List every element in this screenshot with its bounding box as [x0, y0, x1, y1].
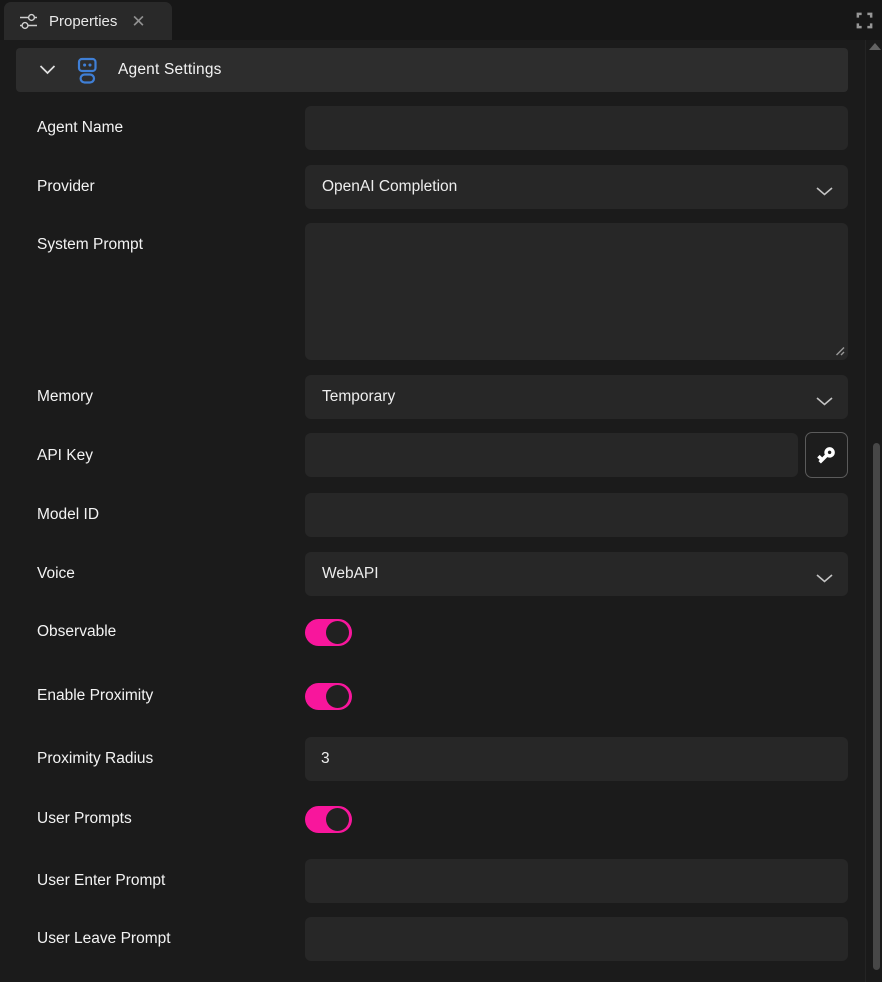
memory-select-value: Temporary [322, 388, 395, 406]
observable-toggle[interactable] [305, 619, 352, 646]
robot-icon [75, 57, 99, 84]
system-prompt-textarea[interactable] [305, 223, 848, 360]
chevron-down-icon [816, 570, 833, 588]
api-key-input[interactable] [305, 433, 798, 477]
field-row-user-prompts: User Prompts [16, 797, 848, 841]
provider-select-value: OpenAI Completion [322, 178, 457, 196]
field-label: Enable Proximity [16, 674, 305, 718]
field-label: Provider [16, 165, 305, 209]
chevron-down-icon [816, 183, 833, 201]
api-key-reveal-button[interactable] [805, 432, 848, 478]
section-title: Agent Settings [118, 61, 222, 79]
field-row-memory: Memory Temporary [16, 375, 848, 419]
toggle-knob [326, 621, 349, 644]
field-row-voice: Voice WebAPI [16, 552, 848, 596]
scrollbar-thumb[interactable] [873, 443, 880, 970]
tab-properties[interactable]: Properties ✕ [4, 2, 172, 40]
tab-bar: Properties ✕ [0, 0, 882, 40]
field-label: Voice [16, 552, 305, 596]
field-label: Memory [16, 375, 305, 419]
sliders-icon [18, 11, 39, 32]
agent-settings-form: Agent Settings Agent Name Provider OpenA… [16, 48, 848, 961]
field-label: System Prompt [16, 223, 305, 360]
proximity-radius-input[interactable] [305, 737, 848, 781]
chevron-down-icon [39, 65, 56, 75]
field-label: Observable [16, 610, 305, 654]
field-row-user-leave-prompt: User Leave Prompt [16, 917, 848, 961]
field-label: User Enter Prompt [16, 859, 305, 903]
field-row-api-key: API Key [16, 433, 848, 478]
properties-panel: Agent Settings Agent Name Provider OpenA… [0, 40, 882, 982]
field-label: Proximity Radius [16, 737, 305, 781]
agent-name-input[interactable] [305, 106, 848, 150]
field-row-agent-name: Agent Name [16, 106, 848, 150]
model-id-input[interactable] [305, 493, 848, 537]
scrollbar[interactable] [865, 40, 882, 982]
voice-select-value: WebAPI [322, 565, 379, 583]
field-label: Model ID [16, 493, 305, 537]
field-label: API Key [16, 433, 305, 478]
field-label: Agent Name [16, 106, 305, 150]
field-row-system-prompt: System Prompt [16, 223, 848, 360]
user-enter-prompt-input[interactable] [305, 859, 848, 903]
field-row-observable: Observable [16, 610, 848, 654]
expand-corners-icon [855, 11, 874, 30]
scroll-up-button[interactable] [866, 40, 882, 54]
field-row-provider: Provider OpenAI Completion [16, 165, 848, 209]
section-header-agent-settings[interactable]: Agent Settings [16, 48, 848, 92]
provider-select[interactable]: OpenAI Completion [305, 165, 848, 209]
tab-title: Properties [49, 13, 117, 30]
enable-proximity-toggle[interactable] [305, 683, 352, 710]
chevron-down-icon [816, 393, 833, 411]
field-row-model-id: Model ID [16, 493, 848, 537]
memory-select[interactable]: Temporary [305, 375, 848, 419]
toggle-knob [326, 808, 349, 831]
field-label: User Prompts [16, 797, 305, 841]
field-row-user-enter-prompt: User Enter Prompt [16, 859, 848, 903]
expand-button[interactable] [853, 9, 875, 31]
field-row-enable-proximity: Enable Proximity [16, 674, 848, 718]
field-row-proximity-radius: Proximity Radius [16, 737, 848, 781]
voice-select[interactable]: WebAPI [305, 552, 848, 596]
key-icon [816, 445, 837, 466]
user-prompts-toggle[interactable] [305, 806, 352, 833]
close-icon[interactable]: ✕ [131, 13, 145, 30]
field-label: User Leave Prompt [16, 917, 305, 961]
arrow-up-icon [869, 43, 881, 50]
user-leave-prompt-input[interactable] [305, 917, 848, 961]
resize-handle-icon[interactable] [833, 344, 845, 356]
toggle-knob [326, 685, 349, 708]
